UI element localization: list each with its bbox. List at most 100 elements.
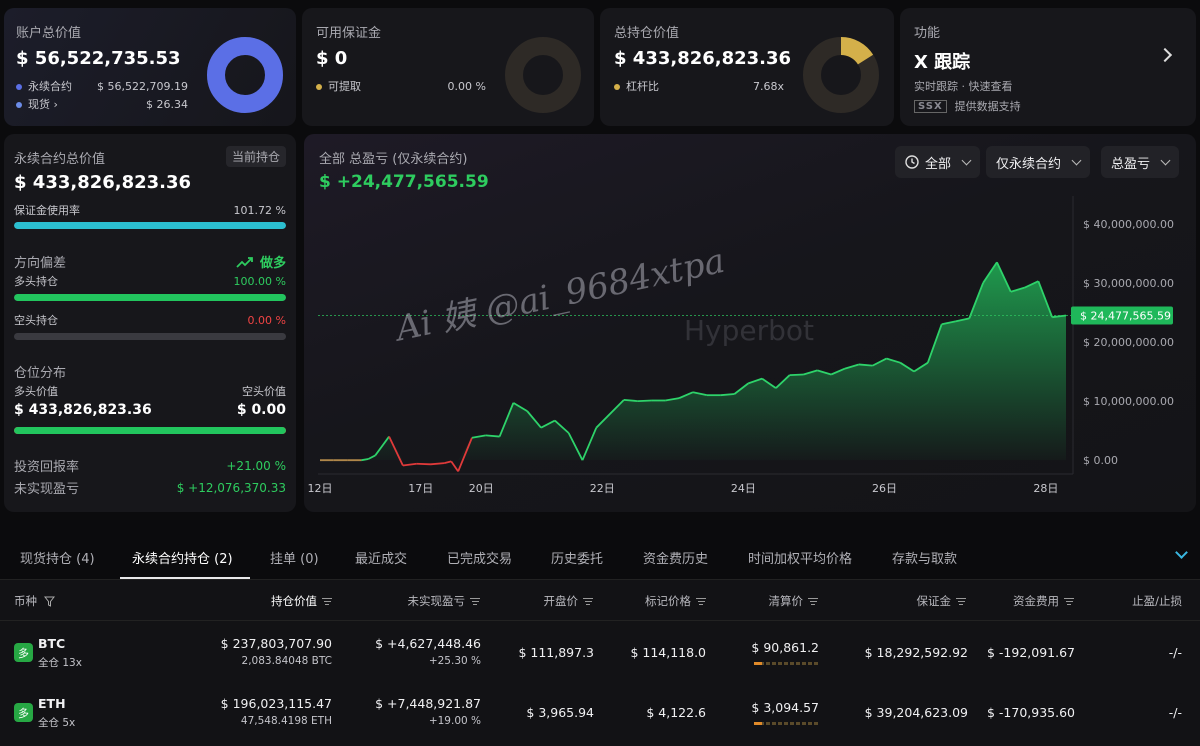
margin-ring-chart	[505, 37, 581, 113]
bar-fill	[14, 427, 286, 434]
tab-7[interactable]: 时间加权平均价格	[748, 548, 852, 567]
coin-symbol[interactable]: BTC	[38, 636, 65, 651]
position-label: 总持仓价值	[614, 26, 680, 41]
account-label: 账户总价值	[16, 26, 82, 41]
tp-sl[interactable]: -/-	[1169, 645, 1182, 660]
header-margin-label: 保证金	[916, 594, 952, 608]
y-tick-label: $ 30,000,000.00	[1083, 277, 1174, 290]
distribution-label: 仓位分布	[14, 366, 67, 381]
tab-4[interactable]: 已完成交易	[447, 548, 512, 567]
header-value-label: 持仓价值	[271, 594, 317, 608]
header-mark[interactable]: 标记价格	[645, 593, 706, 609]
pnl-line-segment	[789, 373, 804, 376]
liquidation-risk-bar	[754, 722, 818, 725]
x-tick-label: 26日	[872, 482, 897, 495]
margin-label: 可用保证金	[316, 26, 382, 41]
long-row: 多头持仓 100.00 %	[14, 273, 286, 289]
pnl-line-segment	[402, 462, 417, 467]
account-card: 账户总价值 $ 56,522,735.53 永续合约 $ 56,522,709.…	[4, 8, 296, 126]
current-position-tag[interactable]: 当前持仓	[225, 146, 286, 167]
header-liq-label: 清算价	[768, 594, 804, 608]
margin-usage-row: 保证金使用率 101.72 %	[14, 202, 286, 218]
y-tick-label: $ 40,000,000.00	[1083, 218, 1174, 231]
long-value: 100.00 %	[233, 274, 286, 288]
sort-icon	[696, 597, 706, 606]
leverage-label: 杠杆比	[626, 80, 659, 93]
perp-label: 永续合约	[28, 80, 72, 93]
chevron-right-icon[interactable]	[1157, 47, 1173, 63]
header-tpsl-label: 止盈/止损	[1132, 594, 1182, 608]
tp-sl[interactable]: -/-	[1169, 705, 1182, 720]
header-entry[interactable]: 开盘价	[544, 593, 593, 609]
tab-2[interactable]: 挂单 (0)	[270, 548, 319, 567]
position-value: $ 196,023,115.47	[220, 696, 332, 711]
liquidation-price: $ 90,861.2	[751, 640, 819, 655]
header-upnl[interactable]: 未实现盈亏	[408, 593, 480, 609]
x-tick-label: 20日	[469, 482, 494, 495]
long-label: 多头持仓	[14, 275, 58, 288]
short-row: 空头持仓 0.00 %	[14, 312, 286, 328]
sort-icon	[322, 597, 332, 606]
header-liq[interactable]: 清算价	[768, 593, 818, 609]
short-bar	[14, 333, 286, 340]
tab-0[interactable]: 现货持仓 (4)	[20, 548, 95, 567]
withdraw-dot	[316, 84, 322, 90]
coin-symbol[interactable]: ETH	[38, 696, 66, 711]
x-tracking-card[interactable]: 功能 X 跟踪 实时跟踪 · 快速查看 SSX 提供数据支持	[900, 8, 1196, 126]
pnl-area-fill	[320, 262, 1066, 461]
margin-amount: $ 39,204,623.09	[864, 705, 968, 720]
y-tick-label: $ 10,000,000.00	[1083, 395, 1174, 408]
pnl-area-chart[interactable]: $ 24,477,565.59 $ 0.00 $ 10,000,000.00 $ 20…	[304, 134, 1196, 512]
account-spot-row[interactable]: 现货 › $ 26.34	[16, 96, 188, 112]
expand-chevron-icon[interactable]	[1175, 546, 1188, 559]
liquidation-price: $ 3,094.57	[751, 700, 819, 715]
x-tick-label: 12日	[308, 482, 333, 495]
perp-dot	[16, 84, 22, 90]
header-margin[interactable]: 保证金	[916, 593, 966, 609]
header-coin[interactable]: 币种	[14, 593, 55, 609]
withdraw-label: 可提取	[328, 80, 361, 93]
y-tick-label: $ 20,000,000.00	[1083, 336, 1174, 349]
x-tick-label: 28日	[1033, 482, 1058, 495]
long-value-amount: $ 433,826,823.36	[14, 402, 152, 418]
roi-value: +21.00 %	[226, 458, 286, 473]
tab-5[interactable]: 历史委托	[551, 548, 603, 567]
provider-text: 提供数据支持	[954, 100, 1021, 113]
margin-value: $ 0	[316, 48, 348, 69]
short-value-label: 空头价值	[242, 385, 286, 398]
entry-price: $ 111,897.3	[518, 645, 594, 660]
margin-usage-label: 保证金使用率	[14, 204, 80, 217]
active-tab-underline	[120, 577, 250, 579]
withdraw-value: 0.00 %	[447, 79, 486, 93]
x-tick-label: 24日	[731, 482, 756, 495]
filter-icon[interactable]	[43, 596, 55, 607]
tab-1[interactable]: 永续合约持仓 (2)	[132, 548, 233, 567]
margin-card: 可用保证金 $ 0 可提取 0.00 %	[302, 8, 594, 126]
unrealized-pnl-pct: +19.00 %	[428, 715, 481, 727]
feature-title: X 跟踪	[914, 52, 971, 73]
unrealized-pnl: $ +4,627,448.46	[375, 636, 481, 651]
margin-usage-value: 101.72 %	[233, 203, 286, 217]
margin-mode: 全仓 5x	[38, 717, 76, 729]
roi-row: 投资回报率 +21.00 %	[14, 456, 286, 476]
roi-label: 投资回报率	[14, 460, 80, 475]
short-value: 0.00 %	[247, 313, 286, 327]
pnl-line-segment	[444, 460, 452, 465]
margin-usage-bar	[14, 222, 286, 229]
tab-3[interactable]: 最近成交	[355, 548, 407, 567]
direction-value: 做多	[259, 256, 286, 271]
feature-label: 功能	[914, 26, 941, 41]
current-value-label: $ 24,477,565.59	[1080, 310, 1171, 323]
sort-icon	[956, 597, 966, 606]
tab-8[interactable]: 存款与取款	[892, 548, 957, 567]
header-funding[interactable]: 资金费用	[1013, 593, 1074, 609]
header-position-value[interactable]: 持仓价值	[271, 593, 332, 609]
pnl-chart-panel: 全部 总盈亏 (仅永续合约) $ +24,477,565.59 全部 仅永续合约…	[304, 134, 1196, 512]
position-value: $ 433,826,823.36	[614, 48, 792, 69]
pnl-line-segment	[623, 399, 638, 402]
header-mark-label: 标记价格	[645, 594, 691, 608]
long-value-label: 多头价值	[14, 385, 58, 398]
tab-6[interactable]: 资金费历史	[643, 548, 708, 567]
margin-mode: 全仓 13x	[38, 657, 82, 669]
position-card: 总持仓价值 $ 433,826,823.36 杠杆比 7.68x	[600, 8, 894, 126]
